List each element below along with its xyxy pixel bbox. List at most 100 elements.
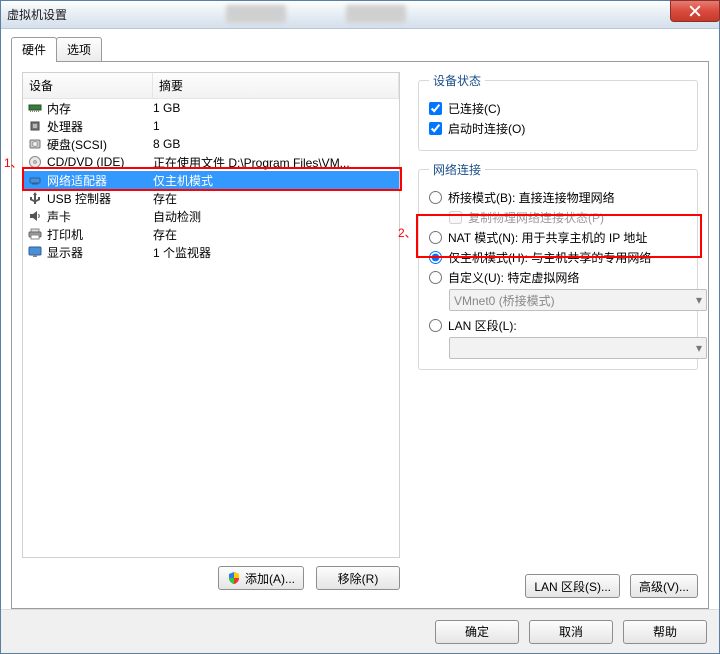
custom-input[interactable] (429, 271, 442, 284)
titlebar-blur (346, 5, 406, 23)
hostonly-label: 仅主机模式(H): 与主机共享的专用网络 (448, 249, 651, 266)
device-list-header: 设备 摘要 (23, 73, 399, 99)
device-buttons: 添加(A)... 移除(R) (22, 558, 400, 598)
device-summary: 1 (153, 119, 395, 133)
help-button[interactable]: 帮助 (623, 620, 707, 644)
shield-icon (227, 571, 241, 585)
nat-radio[interactable]: NAT 模式(N): 用于共享主机的 IP 地址 (429, 229, 687, 246)
device-name: 硬盘(SCSI) (47, 136, 153, 153)
col-summary[interactable]: 摘要 (153, 73, 399, 98)
chevron-down-icon: ▾ (696, 293, 702, 307)
device-pane: 1、 设备 摘要 内存1 GB处理器1硬盘(SCSI)8 GBCD/DVD (I… (22, 72, 400, 598)
device-row[interactable]: 显示器1 个监视器 (23, 243, 399, 261)
custom-network-select: VMnet0 (桥接模式) ▾ (449, 289, 707, 311)
ok-button[interactable]: 确定 (435, 620, 519, 644)
titlebar-blur (226, 5, 286, 23)
connect-poweron-input[interactable] (429, 122, 442, 135)
add-button-label: 添加(A)... (245, 570, 295, 587)
chevron-down-icon: ▾ (696, 341, 702, 355)
device-row[interactable]: 声卡自动检测 (23, 207, 399, 225)
usb-icon (27, 190, 43, 206)
device-name: 打印机 (47, 226, 153, 243)
nat-label: NAT 模式(N): 用于共享主机的 IP 地址 (448, 229, 647, 246)
connected-input[interactable] (429, 102, 442, 115)
custom-radio[interactable]: 自定义(U): 特定虚拟网络 (429, 269, 687, 286)
device-name: CD/DVD (IDE) (47, 155, 153, 169)
device-summary: 仅主机模式 (153, 172, 395, 189)
tabstrip: 硬件 选项 (11, 37, 709, 61)
close-button[interactable] (670, 0, 720, 22)
device-name: USB 控制器 (47, 190, 153, 207)
device-status-legend: 设备状态 (429, 72, 485, 89)
printer-icon (27, 226, 43, 242)
replicate-input (449, 211, 462, 224)
tab-options[interactable]: 选项 (56, 37, 102, 61)
network-icon (27, 172, 43, 188)
dialog-footer: 确定 取消 帮助 (1, 609, 719, 653)
device-list: 设备 摘要 内存1 GB处理器1硬盘(SCSI)8 GBCD/DVD (IDE)… (22, 72, 400, 558)
device-row[interactable]: 硬盘(SCSI)8 GB (23, 135, 399, 153)
device-rows: 内存1 GB处理器1硬盘(SCSI)8 GBCD/DVD (IDE)正在使用文件… (23, 99, 399, 261)
lan-segment-radio[interactable]: LAN 区段(L): (429, 317, 687, 334)
device-summary: 自动检测 (153, 208, 395, 225)
device-summary: 1 个监视器 (153, 244, 395, 261)
device-name: 声卡 (47, 208, 153, 225)
advanced-button[interactable]: 高级(V)... (630, 574, 698, 598)
device-row[interactable]: 打印机存在 (23, 225, 399, 243)
cd-icon (27, 154, 43, 170)
cpu-icon (27, 118, 43, 134)
lan-segment-input[interactable] (429, 319, 442, 332)
annotation-1: 1、 (4, 154, 23, 171)
tab-panel: 1、 设备 摘要 内存1 GB处理器1硬盘(SCSI)8 GBCD/DVD (I… (11, 61, 709, 609)
titlebar: 虚拟机设置 (1, 1, 719, 29)
replicate-checkbox: 复制物理网络连接状态(P) (449, 209, 687, 226)
disk-icon (27, 136, 43, 152)
network-connection-legend: 网络连接 (429, 161, 485, 178)
lan-segments-button[interactable]: LAN 区段(S)... (525, 574, 620, 598)
device-summary: 8 GB (153, 137, 395, 151)
add-button[interactable]: 添加(A)... (218, 566, 304, 590)
device-row[interactable]: 内存1 GB (23, 99, 399, 117)
col-device[interactable]: 设备 (23, 73, 153, 98)
device-name: 显示器 (47, 244, 153, 261)
connect-poweron-label: 启动时连接(O) (448, 120, 525, 137)
tab-hardware[interactable]: 硬件 (11, 37, 57, 62)
close-icon (689, 5, 701, 17)
annotation-2: 2、 (398, 224, 417, 241)
device-summary: 存在 (153, 190, 395, 207)
nat-input[interactable] (429, 231, 442, 244)
connected-checkbox[interactable]: 已连接(C) (429, 100, 687, 117)
connected-label: 已连接(C) (448, 100, 501, 117)
device-summary: 正在使用文件 D:\Program Files\VM... (153, 154, 395, 171)
device-row[interactable]: 处理器1 (23, 117, 399, 135)
device-row[interactable]: USB 控制器存在 (23, 189, 399, 207)
lan-segment-select: ▾ (449, 337, 707, 359)
hostonly-input[interactable] (429, 251, 442, 264)
sound-icon (27, 208, 43, 224)
hostonly-radio[interactable]: 仅主机模式(H): 与主机共享的专用网络 (429, 249, 687, 266)
device-status-group: 设备状态 已连接(C) 启动时连接(O) (418, 72, 698, 151)
network-connection-group: 网络连接 桥接模式(B): 直接连接物理网络 复制物理网络连接状态(P) NAT… (418, 161, 698, 370)
network-extra-buttons: LAN 区段(S)... 高级(V)... (418, 568, 698, 598)
device-name: 网络适配器 (47, 172, 153, 189)
display-icon (27, 244, 43, 260)
device-row[interactable]: 网络适配器仅主机模式 (23, 171, 399, 189)
replicate-label: 复制物理网络连接状态(P) (468, 209, 604, 226)
bridged-radio[interactable]: 桥接模式(B): 直接连接物理网络 (429, 189, 687, 206)
device-summary: 1 GB (153, 101, 395, 115)
custom-network-value: VMnet0 (桥接模式) (454, 292, 555, 309)
remove-button[interactable]: 移除(R) (316, 566, 400, 590)
connect-poweron-checkbox[interactable]: 启动时连接(O) (429, 120, 687, 137)
device-summary: 存在 (153, 226, 395, 243)
bridged-label: 桥接模式(B): 直接连接物理网络 (448, 189, 615, 206)
device-row[interactable]: CD/DVD (IDE)正在使用文件 D:\Program Files\VM..… (23, 153, 399, 171)
bridged-input[interactable] (429, 191, 442, 204)
lan-segment-label: LAN 区段(L): (448, 317, 517, 334)
window-title: 虚拟机设置 (7, 6, 67, 23)
device-name: 内存 (47, 100, 153, 117)
custom-label: 自定义(U): 特定虚拟网络 (448, 269, 579, 286)
memory-icon (27, 100, 43, 116)
device-name: 处理器 (47, 118, 153, 135)
dialog-body: 硬件 选项 1、 设备 摘要 内存1 GB处理器1硬盘(SCSI)8 GBCD/… (1, 29, 719, 609)
cancel-button[interactable]: 取消 (529, 620, 613, 644)
